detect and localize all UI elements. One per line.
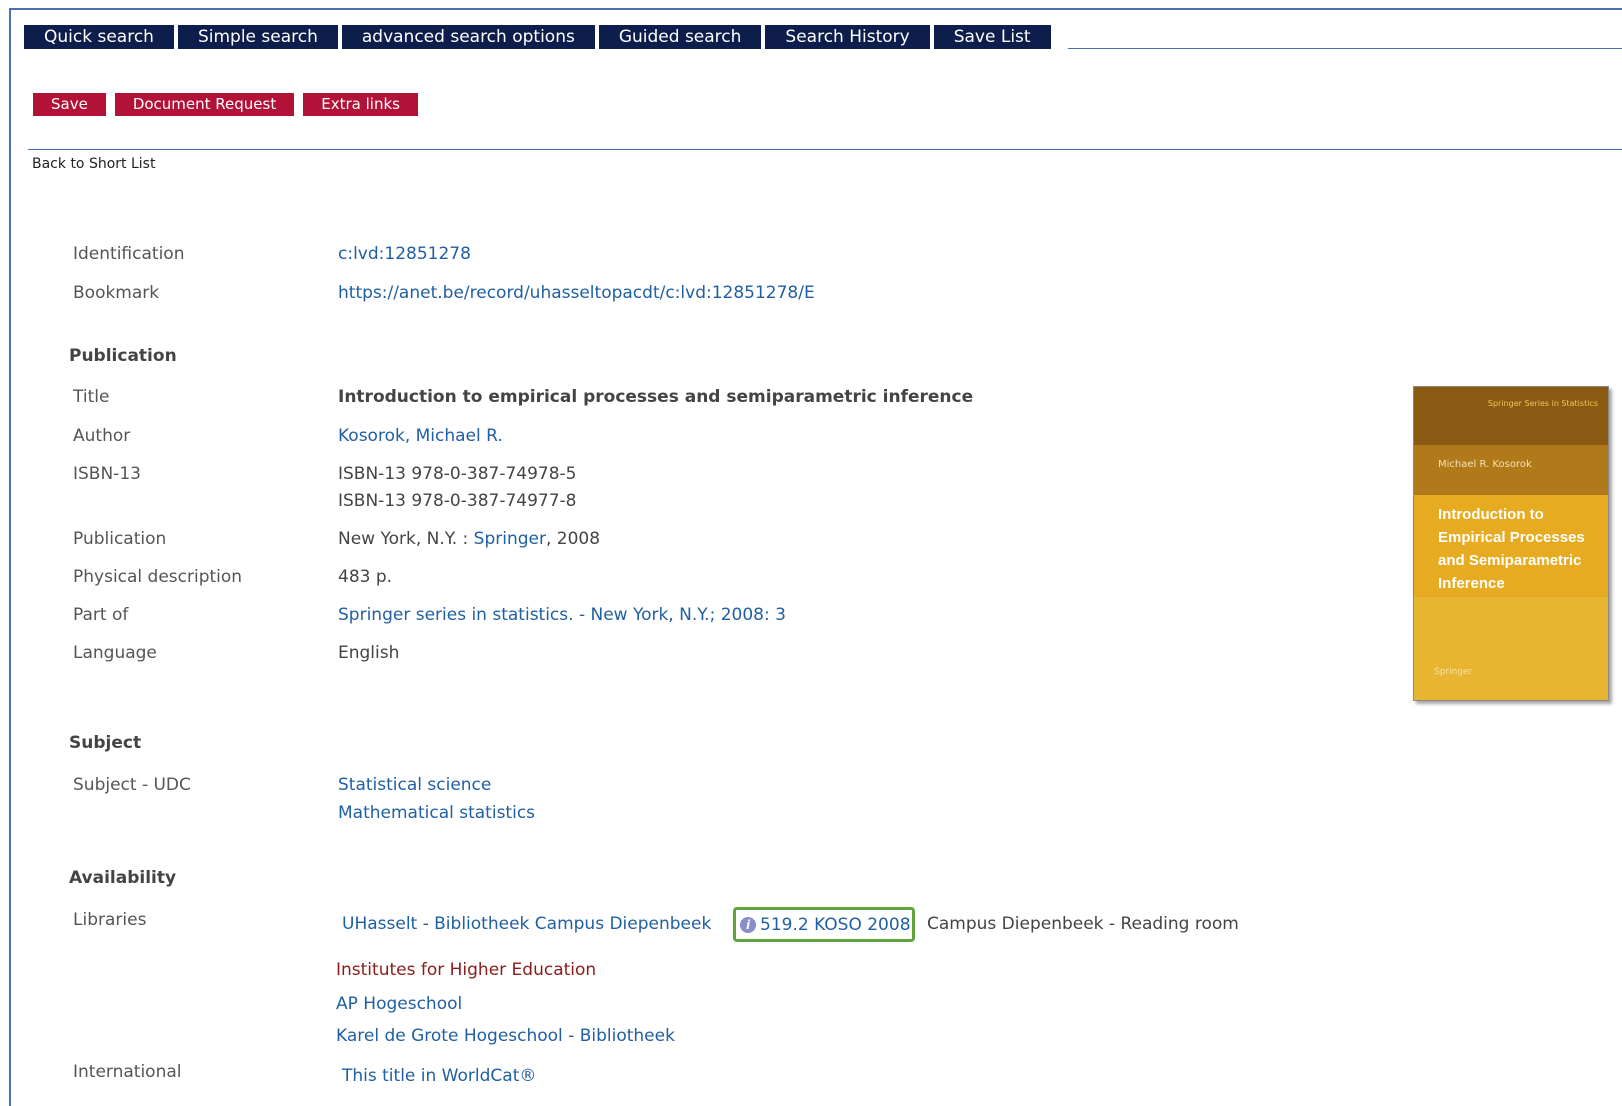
call-number-box[interactable]: i 519.2 KOSO 2008 (733, 907, 915, 942)
physical-description-label: Physical description (73, 567, 243, 587)
save-button[interactable]: Save (33, 93, 106, 116)
bookmark-label: Bookmark (73, 283, 160, 303)
part-of-link[interactable]: Springer series in statistics. - New Yor… (338, 605, 786, 625)
subject-udc-label: Subject - UDC (73, 775, 191, 795)
tab-simple-search[interactable]: Simple search (177, 25, 338, 49)
call-number-link[interactable]: 519.2 KOSO 2008 (760, 915, 911, 935)
tab-quick-search[interactable]: Quick search (24, 25, 174, 49)
subject-link-mathematical-statistics[interactable]: Mathematical statistics (338, 803, 535, 823)
cover-series-text: Springer Series in Statistics (1487, 399, 1598, 408)
institute-link-ap-hogeschool[interactable]: AP Hogeschool (336, 994, 462, 1014)
language-value: English (338, 643, 400, 663)
section-divider (28, 149, 1622, 150)
extra-links-button[interactable]: Extra links (303, 93, 418, 116)
publication-value: New York, N.Y. : Springer, 2008 (338, 529, 600, 549)
cover-title-text: Introduction to Empirical Processes and … (1438, 506, 1585, 592)
isbn-value-2: ISBN-13 978-0-387-74977-8 (338, 491, 577, 511)
publication-year: , 2008 (545, 529, 601, 549)
part-of-label: Part of (73, 605, 129, 625)
publication-label: Publication (73, 529, 167, 549)
publication-section-heading: Publication (69, 346, 177, 366)
institute-link-kdg[interactable]: Karel de Grote Hogeschool - Bibliotheek (336, 1026, 675, 1046)
author-label: Author (73, 426, 131, 446)
location-value: Campus Diepenbeek - Reading room (927, 914, 1239, 934)
physical-description-value: 483 p. (338, 567, 393, 587)
bookmark-link[interactable]: https://anet.be/record/uhasseltopacdt/c:… (338, 283, 815, 303)
isbn-label: ISBN-13 (73, 464, 141, 484)
top-navigation: Quick search Simple search advanced sear… (24, 25, 1051, 49)
availability-section-heading: Availability (69, 868, 177, 888)
title-label: Title (73, 387, 110, 407)
cover-top-band (1414, 387, 1608, 445)
publication-place: New York, N.Y. : (338, 529, 469, 549)
back-to-short-list-link[interactable]: Back to Short List (32, 156, 155, 172)
cover-author-band (1414, 445, 1608, 495)
cover-publisher-text: Springer (1434, 667, 1473, 677)
title-value: Introduction to empirical processes and … (338, 387, 974, 407)
library-link[interactable]: UHasselt - Bibliotheek Campus Diepenbeek (342, 914, 711, 934)
info-icon: i (740, 916, 756, 933)
cover-author-text: Michael R. Kosorok (1438, 459, 1532, 470)
tab-search-history[interactable]: Search History (765, 25, 930, 49)
international-label: International (73, 1062, 182, 1082)
libraries-label: Libraries (73, 910, 147, 930)
identification-link[interactable]: c:lvd:12851278 (338, 244, 471, 264)
author-link[interactable]: Kosorok, Michael R. (338, 426, 503, 446)
subject-section-heading: Subject (69, 733, 142, 753)
tab-advanced-search-options[interactable]: advanced search options (341, 25, 595, 49)
isbn-value-1: ISBN-13 978-0-387-74978-5 (338, 464, 577, 484)
institutes-heading: Institutes for Higher Education (336, 960, 597, 980)
document-request-button[interactable]: Document Request (114, 93, 295, 116)
identification-label: Identification (73, 244, 185, 264)
book-cover-image: Springer Series in Statistics Michael R.… (1413, 386, 1609, 701)
publisher-link[interactable]: Springer (474, 529, 546, 549)
worldcat-link[interactable]: This title in WorldCat® (342, 1066, 536, 1086)
nav-divider (1068, 48, 1622, 49)
subject-link-statistical-science[interactable]: Statistical science (338, 775, 491, 795)
tab-guided-search[interactable]: Guided search (598, 25, 762, 49)
language-label: Language (73, 643, 157, 663)
tab-save-list[interactable]: Save List (933, 25, 1051, 49)
action-bar: Save Document Request Extra links (33, 93, 418, 116)
